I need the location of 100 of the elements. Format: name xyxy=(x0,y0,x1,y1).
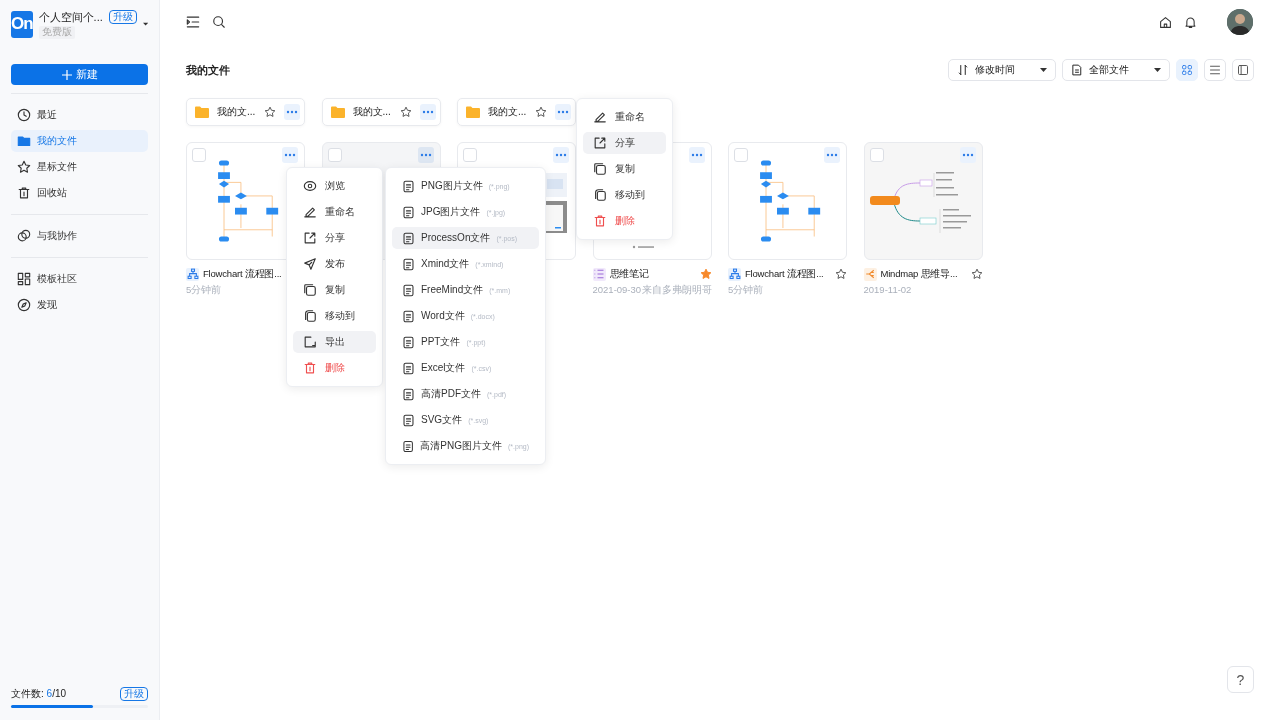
copy-icon xyxy=(303,283,317,297)
trash-icon xyxy=(17,186,31,200)
sidebar-item[interactable]: 发现 xyxy=(11,294,148,316)
menu-item[interactable]: 移动到 xyxy=(583,184,666,206)
folder-name: 我的文... xyxy=(217,105,256,119)
star-icon[interactable] xyxy=(699,268,712,280)
file-thumbnail[interactable] xyxy=(728,142,847,260)
menu-item[interactable]: 复制 xyxy=(293,279,376,301)
more-button[interactable] xyxy=(284,104,300,120)
home-button[interactable] xyxy=(1159,15,1172,29)
folder-card[interactable]: 我的文... xyxy=(321,98,441,126)
file-name[interactable]: Flowchart 流程图... xyxy=(745,267,831,281)
file-icon xyxy=(402,335,415,349)
more-button[interactable] xyxy=(555,104,571,120)
file-name[interactable]: 思维笔记 xyxy=(609,267,696,281)
sidebar-item[interactable]: 星标文件 xyxy=(11,156,148,178)
checkbox[interactable] xyxy=(869,148,884,162)
notification-button[interactable] xyxy=(1184,15,1197,29)
file-thumbnail[interactable] xyxy=(863,142,983,260)
menu-item[interactable]: 移动到 xyxy=(293,305,376,327)
star-icon[interactable] xyxy=(535,106,547,118)
checkbox[interactable] xyxy=(192,148,206,162)
file-source: 来自多弗朗明哥 xyxy=(641,284,712,297)
grid-icon xyxy=(1181,64,1193,76)
more-button[interactable] xyxy=(417,147,434,163)
document-icon xyxy=(1071,64,1083,76)
more-button[interactable] xyxy=(419,104,436,120)
file-date: 2019-11-02 xyxy=(863,284,912,295)
upgrade-badge[interactable]: 升级 xyxy=(120,687,148,701)
menu-item[interactable]: 分享 xyxy=(583,132,666,154)
sort-dropdown[interactable]: 修改时间 xyxy=(948,59,1056,81)
trash-icon xyxy=(303,361,317,375)
copy-icon xyxy=(593,162,607,176)
menu-item[interactable]: 发布 xyxy=(293,253,376,275)
more-icon xyxy=(419,153,432,157)
sidebar-toggle-button[interactable] xyxy=(186,15,200,29)
file-date: 5分钟前 xyxy=(728,284,764,297)
menu-item[interactable]: 分享 xyxy=(293,227,376,249)
logo: On xyxy=(11,10,33,38)
workspace-name[interactable]: 个人空间个... xyxy=(38,9,103,25)
more-icon xyxy=(555,153,567,157)
view-button[interactable] xyxy=(1176,59,1198,81)
sidebar-item[interactable]: 我的文件 xyxy=(11,130,148,152)
star-icon[interactable] xyxy=(835,268,847,280)
sidebar-item[interactable]: 回收站 xyxy=(11,182,148,204)
menu-item[interactable]: 导出 xyxy=(293,331,376,353)
plan-label: 免费版 xyxy=(38,25,75,39)
caret-icon xyxy=(1154,68,1161,72)
folder-name: 我的文... xyxy=(488,105,527,119)
checkbox[interactable] xyxy=(327,148,342,162)
bell-icon xyxy=(1184,15,1197,29)
checkbox[interactable] xyxy=(734,148,748,162)
paper-plane-icon xyxy=(303,257,317,271)
menu-item[interactable]: 浏览 xyxy=(293,175,376,197)
filter-dropdown[interactable]: 全部文件 xyxy=(1062,59,1170,81)
more-button[interactable] xyxy=(688,147,705,163)
file-icon xyxy=(402,387,415,401)
collapse-icon xyxy=(186,15,200,29)
file-icon xyxy=(402,257,415,271)
menu-item[interactable]: 重命名 xyxy=(293,201,376,223)
file-icon xyxy=(402,309,415,323)
compass-icon xyxy=(17,298,31,312)
more-button[interactable] xyxy=(282,147,298,163)
people-icon xyxy=(17,229,31,243)
plus-icon xyxy=(61,69,72,80)
folder-icon xyxy=(330,106,345,118)
view-button[interactable] xyxy=(1204,59,1226,81)
avatar[interactable] xyxy=(1227,9,1253,35)
star-icon[interactable] xyxy=(399,106,412,118)
star-icon[interactable] xyxy=(970,268,983,280)
panel-icon xyxy=(1237,64,1249,76)
folder-card[interactable]: 我的文... xyxy=(457,98,576,126)
new-button[interactable]: 新建 xyxy=(11,64,148,85)
more-icon xyxy=(284,153,296,157)
menu-item[interactable]: 删除 xyxy=(293,357,376,379)
help-button[interactable]: ? xyxy=(1227,666,1254,693)
move-icon xyxy=(593,188,607,202)
share-icon xyxy=(593,136,607,150)
menu-item[interactable]: 复制 xyxy=(583,158,666,180)
file-icon xyxy=(402,361,415,375)
sidebar-item[interactable]: 与我协作 xyxy=(11,225,148,247)
page-title: 我的文件 xyxy=(186,62,231,78)
sidebar-item[interactable]: 最近 xyxy=(11,104,148,126)
more-icon xyxy=(286,110,298,114)
more-button[interactable] xyxy=(959,147,976,163)
search-button[interactable] xyxy=(212,15,226,29)
home-icon xyxy=(1159,15,1172,29)
menu-item[interactable]: 删除 xyxy=(583,210,666,232)
folder-card[interactable]: 我的文... xyxy=(186,98,305,126)
star-icon[interactable] xyxy=(264,106,276,118)
upgrade-badge[interactable]: 升级 xyxy=(108,10,137,24)
checkbox[interactable] xyxy=(463,148,477,162)
folder-icon xyxy=(195,106,209,118)
view-button[interactable] xyxy=(1232,59,1254,81)
file-name[interactable]: Mindmap 思维导... xyxy=(880,267,967,281)
more-button[interactable] xyxy=(553,147,569,163)
sidebar-item[interactable]: 模板社区 xyxy=(11,268,148,290)
caret-icon[interactable] xyxy=(142,21,148,27)
more-button[interactable] xyxy=(824,147,840,163)
menu-item[interactable]: 重命名 xyxy=(583,106,666,128)
